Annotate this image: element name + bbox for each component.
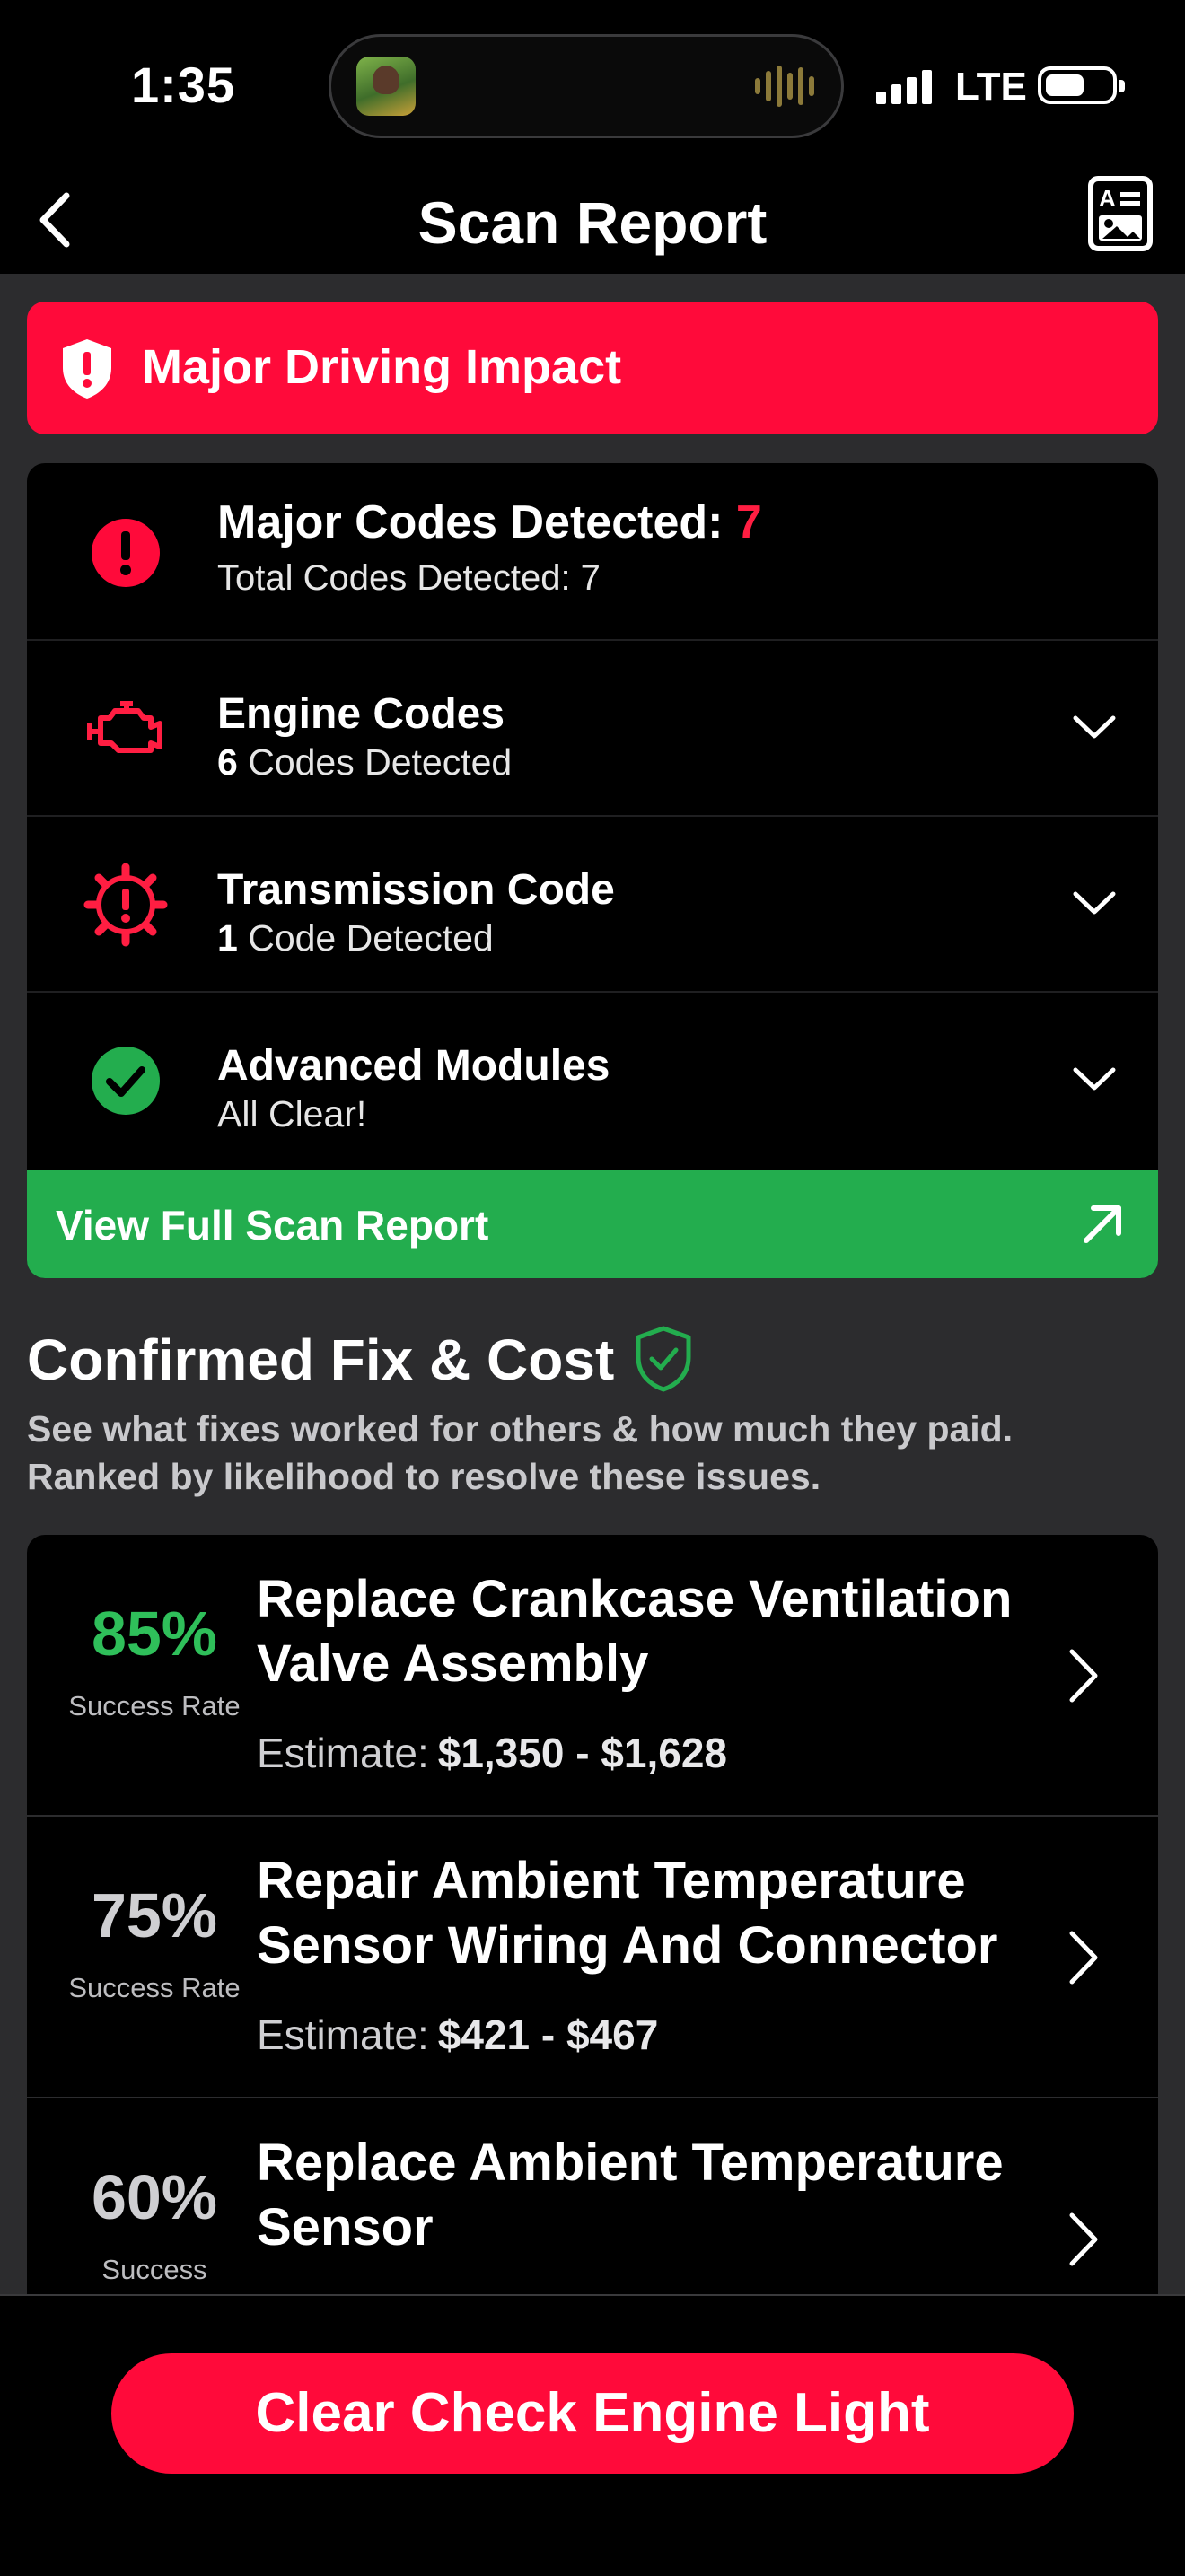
major-codes-count: 7 <box>735 496 762 548</box>
now-playing-thumbnail <box>356 57 416 116</box>
transmission-code-number: 1 <box>217 917 238 959</box>
fix-success-rate: 75% <box>91 1880 218 1950</box>
engine-codes-row[interactable]: Engine Codes 6 Codes Detected <box>27 639 1158 817</box>
fix-item[interactable]: 60% Success Replace Ambient Temperature … <box>27 2098 1158 2294</box>
advanced-modules-row[interactable]: Advanced Modules All Clear! <box>27 991 1158 1167</box>
page-title: Scan Report <box>417 189 768 256</box>
cellular-signal-icon <box>876 70 932 104</box>
fix-name: Repair Ambient Temperature Sensor Wiring… <box>257 1852 998 1975</box>
fix-name: Replace Ambient Temperature Sensor <box>257 2134 1004 2256</box>
fix-estimate: Estimate: $421 - $467 <box>257 2011 658 2059</box>
chevron-down-icon[interactable] <box>1070 707 1119 747</box>
svg-text:A: A <box>1099 185 1116 212</box>
status-time: 1:35 <box>131 57 236 113</box>
nav-bar: Scan Report A <box>0 171 1185 274</box>
fix-name: Replace Crankcase Ventilation Valve Asse… <box>257 1570 1013 1693</box>
fix-success-rate: 85% <box>91 1599 218 1669</box>
fix-estimate-label: Estimate: <box>257 2011 429 2058</box>
major-codes-title: Major Codes Detected: 7 <box>217 495 762 549</box>
fix-success-rate-label: Success Rate <box>68 1690 241 1722</box>
arrow-up-right-icon <box>1084 1205 1121 1243</box>
report-document-icon[interactable]: A <box>1086 174 1154 253</box>
shield-alert-icon <box>63 339 111 399</box>
view-full-scan-report-button[interactable]: View Full Scan Report <box>27 1170 1158 1278</box>
chevron-right-icon <box>1069 2212 1098 2266</box>
fix-success-rate-label: Success <box>101 2254 207 2285</box>
shield-check-icon <box>636 1326 691 1392</box>
audio-waveform-icon <box>755 66 814 107</box>
transmission-code-title: Transmission Code <box>217 866 615 914</box>
major-codes-label: Major Codes Detected: <box>217 496 724 548</box>
fixes-list: 85% Success Rate Replace Crankcase Venti… <box>27 1535 1158 2294</box>
chevron-right-icon <box>1069 1649 1098 1703</box>
battery-icon <box>1038 66 1125 104</box>
transmission-code-count-label: Code Detected <box>248 917 494 959</box>
clear-check-engine-light-button[interactable]: Clear Check Engine Light <box>111 2353 1074 2474</box>
confirmed-fix-title: Confirmed Fix & Cost <box>27 1327 615 1392</box>
fix-item[interactable]: 75% Success Rate Repair Ambient Temperat… <box>27 1817 1158 2098</box>
engine-codes-count-label: Codes Detected <box>248 741 513 783</box>
network-type: LTE <box>955 65 1027 109</box>
chevron-down-icon[interactable] <box>1070 1059 1119 1099</box>
transmission-code-count: 1 Code Detected <box>217 917 494 959</box>
engine-icon <box>87 701 162 753</box>
chevron-down-icon[interactable] <box>1070 883 1119 923</box>
fix-estimate: Estimate: $1,350 - $1,628 <box>257 1729 727 1777</box>
gear-warning-icon <box>83 863 168 947</box>
advanced-modules-title: Advanced Modules <box>217 1042 610 1090</box>
fix-item[interactable]: 85% Success Rate Replace Crankcase Venti… <box>27 1535 1158 1817</box>
engine-codes-title: Engine Codes <box>217 690 505 738</box>
engine-codes-count: 6 Codes Detected <box>217 741 512 784</box>
status-bar: 1:35 LTE <box>0 0 1185 171</box>
total-codes-label: Total Codes Detected: 7 <box>217 558 601 598</box>
transmission-code-row[interactable]: Transmission Code 1 Code Detected <box>27 815 1158 993</box>
engine-codes-number: 6 <box>217 741 238 783</box>
driving-impact-banner: Major Driving Impact <box>27 302 1158 434</box>
view-full-scan-report-label: View Full Scan Report <box>56 1202 489 1249</box>
driving-impact-label: Major Driving Impact <box>142 340 622 394</box>
major-codes-row: Major Codes Detected: 7 Total Codes Dete… <box>27 463 1158 641</box>
fix-success-rate: 60% <box>91 2162 218 2232</box>
fix-estimate-value: $1,350 - $1,628 <box>437 1730 728 1776</box>
fix-estimate-value: $421 - $467 <box>437 2011 659 2058</box>
alert-circle-icon <box>92 519 160 587</box>
check-circle-icon <box>92 1047 160 1115</box>
fix-success-rate-label: Success Rate <box>68 1972 241 2003</box>
codes-summary-card: Major Codes Detected: 7 Total Codes Dete… <box>27 463 1158 1278</box>
advanced-modules-status: All Clear! <box>217 1093 367 1135</box>
dynamic-island[interactable] <box>329 34 844 138</box>
fix-estimate-label: Estimate: <box>257 1730 429 1776</box>
confirmed-fix-description: See what fixes worked for others & how m… <box>27 1408 1014 1497</box>
chevron-right-icon <box>1069 1931 1098 1985</box>
bottom-action-bar: Clear Check Engine Light <box>0 2294 1185 2576</box>
